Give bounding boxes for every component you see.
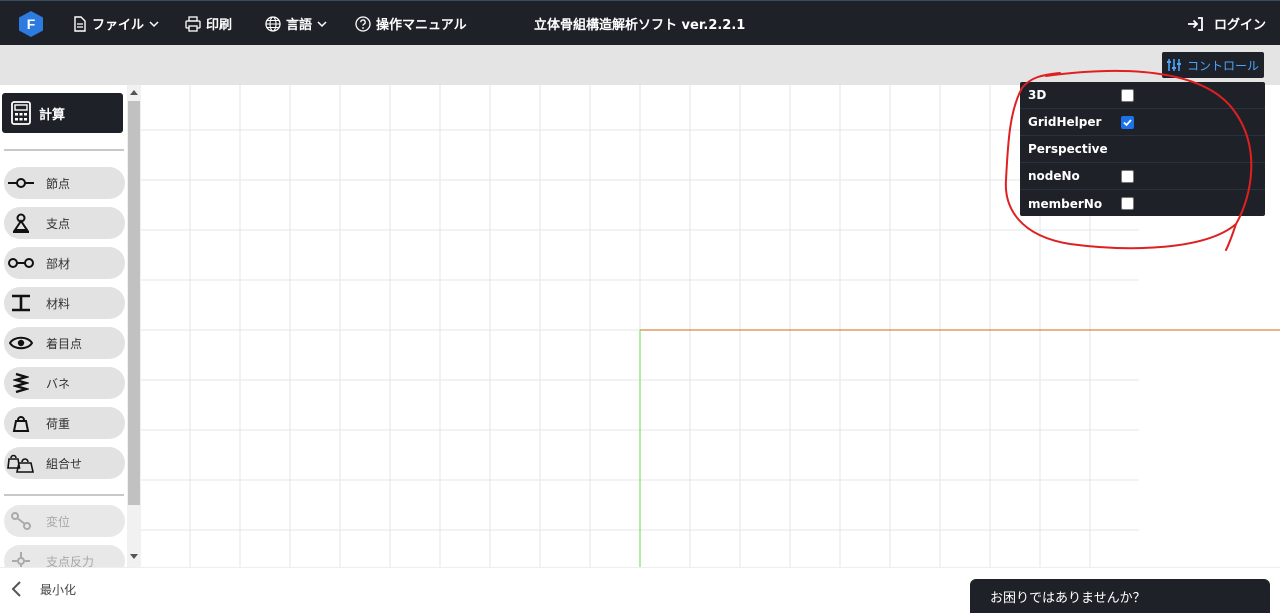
- control-row-nodeno: nodeNo: [1020, 163, 1265, 190]
- app-header: F ファイル 印刷 言語 操作マニュアル 立体骨組構造解析ソフト ver.2.2…: [0, 0, 1280, 45]
- sidebar-item-reaction[interactable]: 支点反力: [4, 545, 125, 567]
- app-title: 立体骨組構造解析ソフト ver.2.2.1: [534, 18, 746, 33]
- minimize-label: 最小化: [40, 582, 77, 597]
- control-label-gridhelper: GridHelper: [1028, 115, 1102, 129]
- control-panel: 3D GridHelper Perspective nodeNo memberN…: [1020, 82, 1265, 216]
- sidebar-item-label: 節点: [46, 176, 71, 191]
- sidebar-item-spring[interactable]: バネ: [4, 367, 125, 399]
- chevron-left-icon: [11, 581, 21, 597]
- login-label: ログイン: [1214, 18, 1267, 33]
- control-row-perspective[interactable]: Perspective: [1020, 136, 1265, 163]
- language-label: 言語: [286, 18, 313, 33]
- sidebar-item-material[interactable]: 材料: [4, 287, 125, 319]
- sidebar-item-label: 荷重: [46, 416, 71, 431]
- control-label-memberno: memberNo: [1028, 196, 1103, 211]
- svg-text:F: F: [27, 16, 36, 32]
- sidebar-divider: [4, 149, 124, 151]
- sidebar-item-support[interactable]: 支点: [4, 207, 125, 239]
- sidebar-item-label: 材料: [46, 296, 71, 311]
- control-label-nodeno: nodeNo: [1028, 169, 1080, 183]
- checkbox-memberno[interactable]: [1121, 197, 1134, 210]
- checkbox-gridhelper[interactable]: [1121, 116, 1134, 129]
- control-row-gridhelper: GridHelper: [1020, 109, 1265, 136]
- minimize-button[interactable]: 最小化: [10, 578, 76, 600]
- control-label: コントロール: [1186, 58, 1259, 73]
- control-label-perspective: Perspective: [1028, 142, 1108, 156]
- sidebar-item-node[interactable]: 節点: [4, 167, 125, 199]
- print-label: 印刷: [206, 18, 233, 33]
- combination-icon: [4, 453, 38, 473]
- file-menu[interactable]: ファイル: [73, 1, 159, 46]
- scroll-up-arrow-icon[interactable]: [130, 90, 138, 95]
- load-icon: [4, 414, 38, 432]
- spring-icon: [4, 372, 38, 394]
- globe-icon: [265, 15, 281, 32]
- file-icon: [74, 15, 86, 32]
- help-chat-button[interactable]: お困りではありませんか？: [970, 579, 1270, 613]
- sidebar: 計算 節点 支点 部材 材料 着目点 バネ 荷重 組合せ 変位 支点反力: [0, 85, 141, 567]
- sidebar-item-label: 支点: [46, 216, 71, 231]
- app-logo[interactable]: F: [17, 10, 45, 38]
- chevron-down-icon: [149, 20, 159, 27]
- control-label-3d: 3D: [1028, 88, 1047, 102]
- calc-button[interactable]: 計算: [2, 93, 123, 133]
- manual-label: 操作マニュアル: [376, 18, 467, 33]
- chevron-down-icon: [317, 20, 327, 27]
- check-icon: [1123, 119, 1132, 127]
- sidebar-item-load[interactable]: 荷重: [4, 407, 125, 439]
- language-menu[interactable]: 言語: [265, 1, 327, 46]
- reaction-icon: [4, 551, 38, 567]
- material-icon: [4, 294, 38, 312]
- checkbox-3d[interactable]: [1121, 89, 1134, 102]
- sidebar-item-label: 支点反力: [46, 554, 95, 568]
- checkbox-nodeno[interactable]: [1121, 170, 1134, 183]
- control-row-memberno: memberNo: [1020, 190, 1265, 217]
- printer-icon: [185, 15, 201, 32]
- manual-button[interactable]: 操作マニュアル: [355, 1, 467, 46]
- control-row-3d: 3D: [1020, 82, 1265, 109]
- calculator-icon: [11, 101, 31, 125]
- eye-icon: [4, 335, 38, 351]
- toolbar: [0, 45, 1280, 85]
- help-label: お困りではありませんか？: [990, 591, 1146, 606]
- login-icon: [1188, 16, 1203, 31]
- sidebar-item-label: バネ: [46, 376, 71, 391]
- displacement-icon: [4, 511, 38, 531]
- login-button[interactable]: ログイン: [1187, 1, 1266, 46]
- sliders-icon: [1166, 59, 1181, 71]
- sidebar-item-combination[interactable]: 組合せ: [4, 447, 125, 479]
- sidebar-scrollbar-thumb[interactable]: [128, 101, 140, 505]
- print-button[interactable]: 印刷: [185, 1, 232, 46]
- sidebar-item-label: 変位: [46, 514, 71, 529]
- calc-label: 計算: [39, 107, 66, 123]
- member-icon: [4, 256, 38, 270]
- control-toggle-button[interactable]: コントロール: [1162, 52, 1264, 78]
- file-menu-label: ファイル: [92, 18, 145, 33]
- sidebar-item-label: 組合せ: [46, 456, 83, 471]
- sidebar-item-focus-point[interactable]: 着目点: [4, 327, 125, 359]
- sidebar-item-member[interactable]: 部材: [4, 247, 125, 279]
- node-icon: [4, 176, 38, 190]
- question-icon: [355, 15, 371, 32]
- scroll-down-arrow-icon[interactable]: [130, 554, 138, 559]
- sidebar-item-label: 着目点: [46, 336, 83, 351]
- sidebar-item-displacement[interactable]: 変位: [4, 505, 125, 537]
- bottom-bar: 最小化 お困りではありませんか？: [0, 567, 1280, 613]
- sidebar-item-label: 部材: [46, 256, 71, 271]
- sidebar-divider: [4, 494, 124, 496]
- support-icon: [4, 213, 38, 233]
